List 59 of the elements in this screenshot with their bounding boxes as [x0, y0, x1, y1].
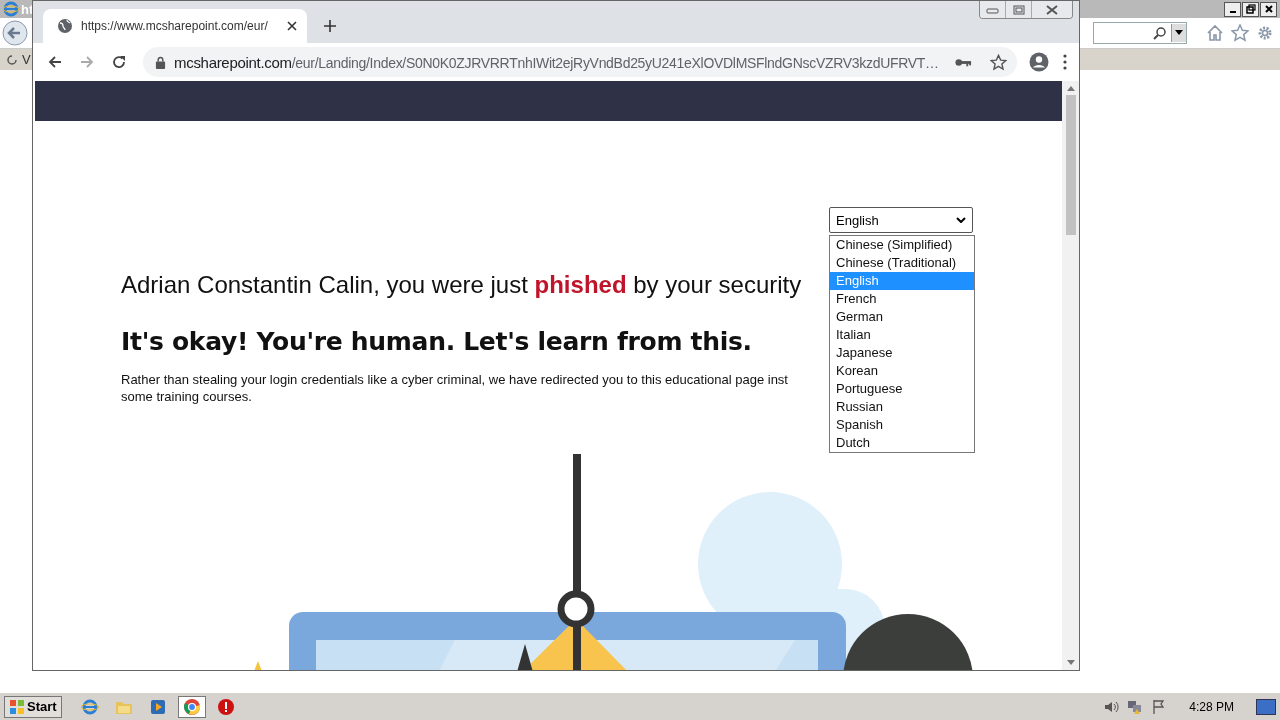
lock-icon[interactable]	[155, 55, 166, 69]
scroll-down-arrow-icon[interactable]	[1066, 660, 1075, 665]
browser-tab[interactable]: https://www.mcsharepoint.com/eur/	[43, 9, 307, 43]
language-option[interactable]: Korean	[830, 362, 974, 380]
minimize-icon	[1229, 10, 1236, 13]
paragraph-line: Rather than stealing your login credentials like a cyber criminal, we have redirected you to this educational page inst	[121, 372, 788, 387]
restore-button[interactable]	[1242, 1, 1259, 17]
minimize-button[interactable]	[1224, 1, 1241, 17]
star-icon[interactable]	[1231, 24, 1249, 42]
phished-message: Adrian Constantin Calin, you were just phished by your security	[121, 271, 802, 299]
scrollbar-thumb[interactable]	[1065, 95, 1076, 235]
tab-label[interactable]: V	[22, 52, 31, 67]
reload-icon[interactable]	[111, 54, 127, 70]
restore-icon	[1245, 4, 1256, 14]
home-icon[interactable]	[1206, 24, 1224, 42]
language-option[interactable]: Portuguese	[830, 380, 974, 398]
back-icon[interactable]	[47, 54, 63, 70]
star-icon[interactable]	[990, 53, 1007, 71]
caret-icon	[1175, 30, 1183, 36]
menu-icon[interactable]	[1063, 54, 1067, 70]
search-field[interactable]	[1093, 22, 1187, 44]
loading-icon	[6, 53, 18, 66]
language-option[interactable]: Italian	[830, 326, 974, 344]
close-button[interactable]	[1032, 1, 1072, 18]
back-button-icon[interactable]	[2, 20, 28, 46]
new-tab-icon[interactable]	[323, 19, 337, 33]
language-option[interactable]: Japanese	[830, 344, 974, 362]
language-option[interactable]: German	[830, 308, 974, 326]
page-heading: It's okay! You're human. Let's learn from this.	[121, 327, 752, 356]
language-option[interactable]: Dutch	[830, 434, 974, 452]
start-button[interactable]: Start	[4, 695, 62, 718]
language-option[interactable]: Chinese (Traditional)	[830, 254, 974, 272]
search-icon	[1153, 26, 1167, 40]
language-select[interactable]: English	[829, 207, 973, 233]
paragraph-line: some training courses.	[121, 389, 252, 404]
scroll-up-arrow-icon[interactable]	[1066, 86, 1075, 91]
chrome-app-icon[interactable]	[177, 695, 206, 718]
minimize-icon	[985, 5, 1000, 14]
browser-logo-icon	[3, 1, 19, 17]
profile-icon[interactable]	[1029, 52, 1049, 72]
globe-icon	[57, 18, 73, 34]
maximize-icon	[1012, 4, 1025, 15]
tab-title: https://www.mcsharepoint.com/eur/	[81, 19, 269, 33]
window-title: ht	[21, 1, 34, 17]
close-icon	[1263, 4, 1274, 14]
close-tab-icon[interactable]	[287, 21, 297, 31]
network-icon[interactable]	[1127, 698, 1144, 715]
scrollbar[interactable]	[1062, 81, 1079, 670]
close-icon	[1045, 4, 1059, 15]
close-button[interactable]	[1260, 1, 1277, 17]
show-desktop-button[interactable]	[1256, 698, 1276, 715]
language-option[interactable]: Russian	[830, 398, 974, 416]
clock[interactable]: 4:28 PM	[1189, 699, 1234, 714]
windows-logo-icon	[9, 698, 25, 715]
chevron-icon	[956, 217, 966, 223]
language-option[interactable]: French	[830, 290, 974, 308]
settings-icon[interactable]	[1256, 24, 1274, 42]
language-option[interactable]: Spanish	[830, 416, 974, 434]
language-option[interactable]: Chinese (Simplified)	[830, 236, 974, 254]
